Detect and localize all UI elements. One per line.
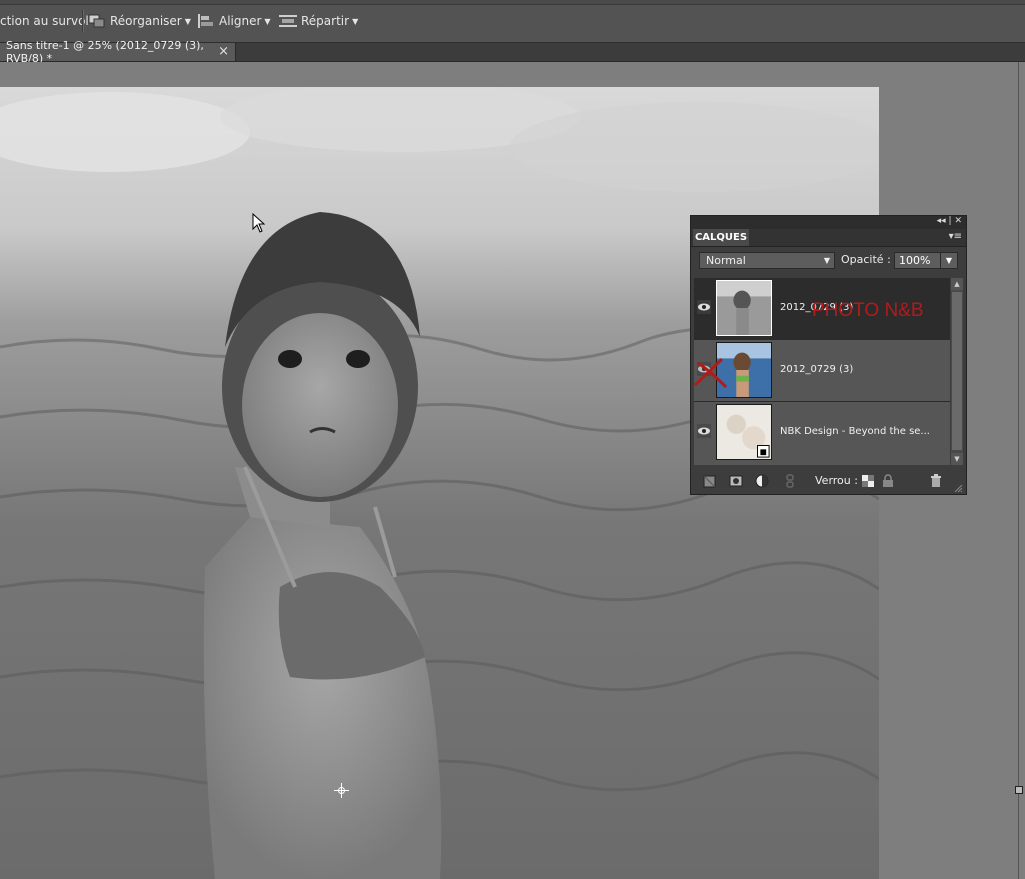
layers-panel: ◂◂ | ✕ CALQUES ▾≡ Normal ▼ Opacité : 100… — [690, 215, 967, 495]
adjustment-layer-icon[interactable] — [755, 474, 769, 488]
red-x-annotation-icon — [693, 357, 728, 389]
close-icon[interactable]: × — [218, 44, 229, 59]
options-bar: ction au survol Réorganiser ▼ Aligner ▼ … — [0, 0, 1025, 43]
panel-controls[interactable]: ◂◂ | ✕ — [937, 216, 962, 226]
layer-name: 2012_0729 (3) — [780, 364, 854, 375]
document-tab[interactable]: Sans titre-1 @ 25% (2012_0729 (3), RVB/8… — [0, 39, 236, 65]
scroll-up-icon[interactable]: ▲ — [951, 278, 963, 290]
panel-tabs: CALQUES ▾≡ — [691, 229, 966, 247]
distribute-button[interactable]: Répartir ▼ — [279, 12, 358, 30]
layer-name: NBK Design - Beyond the se... — [780, 426, 930, 437]
panel-title-strip: ◂◂ | ✕ — [691, 216, 966, 229]
blend-mode-select[interactable]: Normal ▼ — [699, 252, 835, 269]
chevron-down-icon: ▼ — [184, 16, 191, 26]
align-icon — [198, 14, 213, 28]
mouse-pointer-icon — [252, 213, 266, 233]
blend-mode-value: Normal — [706, 254, 746, 267]
tab-layers[interactable]: CALQUES — [693, 229, 749, 246]
scroll-thumb[interactable] — [952, 292, 962, 450]
crosshair-icon — [334, 783, 349, 798]
scroll-down-icon[interactable]: ▼ — [951, 453, 963, 465]
chevron-down-icon: ▼ — [352, 16, 359, 26]
document-tab-bar: Sans titre-1 @ 25% (2012_0729 (3), RVB/8… — [0, 39, 1025, 65]
align-label: Aligner — [219, 14, 262, 28]
eye-icon[interactable] — [697, 424, 711, 438]
arrange-label: Réorganiser — [110, 14, 182, 28]
distribute-label: Répartir — [301, 14, 350, 28]
toolbar-separator — [82, 10, 84, 32]
layer-thumbnail — [716, 404, 772, 460]
opacity-value: 100% — [899, 254, 931, 267]
layers-scrollbar[interactable]: ▲ ▼ — [951, 278, 963, 465]
trash-icon[interactable] — [929, 474, 943, 488]
highlight-on-hover-option[interactable]: ction au survol — [0, 12, 89, 30]
opacity-label: Opacité : — [841, 253, 891, 266]
layers-list: 2012_0729 (3) PHOTO N&B 2012_0729 (3) NB… — [694, 278, 950, 465]
resize-handle[interactable] — [1015, 786, 1023, 794]
lock-icon[interactable] — [881, 474, 895, 488]
lock-label: Verrou : — [815, 474, 858, 487]
align-button[interactable]: Aligner ▼ — [197, 12, 271, 30]
layer-row[interactable]: 2012_0729 (3) — [694, 340, 950, 402]
chevron-down-icon[interactable]: ▼ — [940, 253, 957, 268]
link-icon[interactable] — [783, 474, 797, 488]
workspace-edge — [1018, 62, 1019, 879]
lock-transparency-icon[interactable] — [861, 474, 875, 488]
annotation-text: PHOTO N&B — [812, 300, 924, 321]
menu-strip — [0, 0, 1025, 5]
distribute-icon — [279, 15, 297, 27]
eye-icon[interactable] — [697, 300, 711, 314]
new-layer-icon[interactable] — [703, 474, 717, 488]
arrange-icon — [88, 14, 105, 28]
opacity-field[interactable]: 100% ▼ — [894, 252, 958, 269]
highlight-on-hover-label: ction au survol — [0, 14, 89, 28]
arrange-button[interactable]: Réorganiser ▼ — [88, 12, 191, 30]
layer-thumbnail — [716, 280, 772, 336]
chevron-down-icon: ▼ — [823, 256, 830, 265]
chevron-down-icon: ▼ — [264, 16, 271, 26]
panel-menu-icon[interactable]: ▾≡ — [949, 231, 962, 242]
layer-mask-icon[interactable] — [729, 474, 743, 488]
layer-row[interactable]: NBK Design - Beyond the se... — [694, 402, 950, 465]
layer-row[interactable]: 2012_0729 (3) PHOTO N&B — [694, 278, 950, 340]
resize-grip-icon[interactable] — [954, 484, 963, 493]
